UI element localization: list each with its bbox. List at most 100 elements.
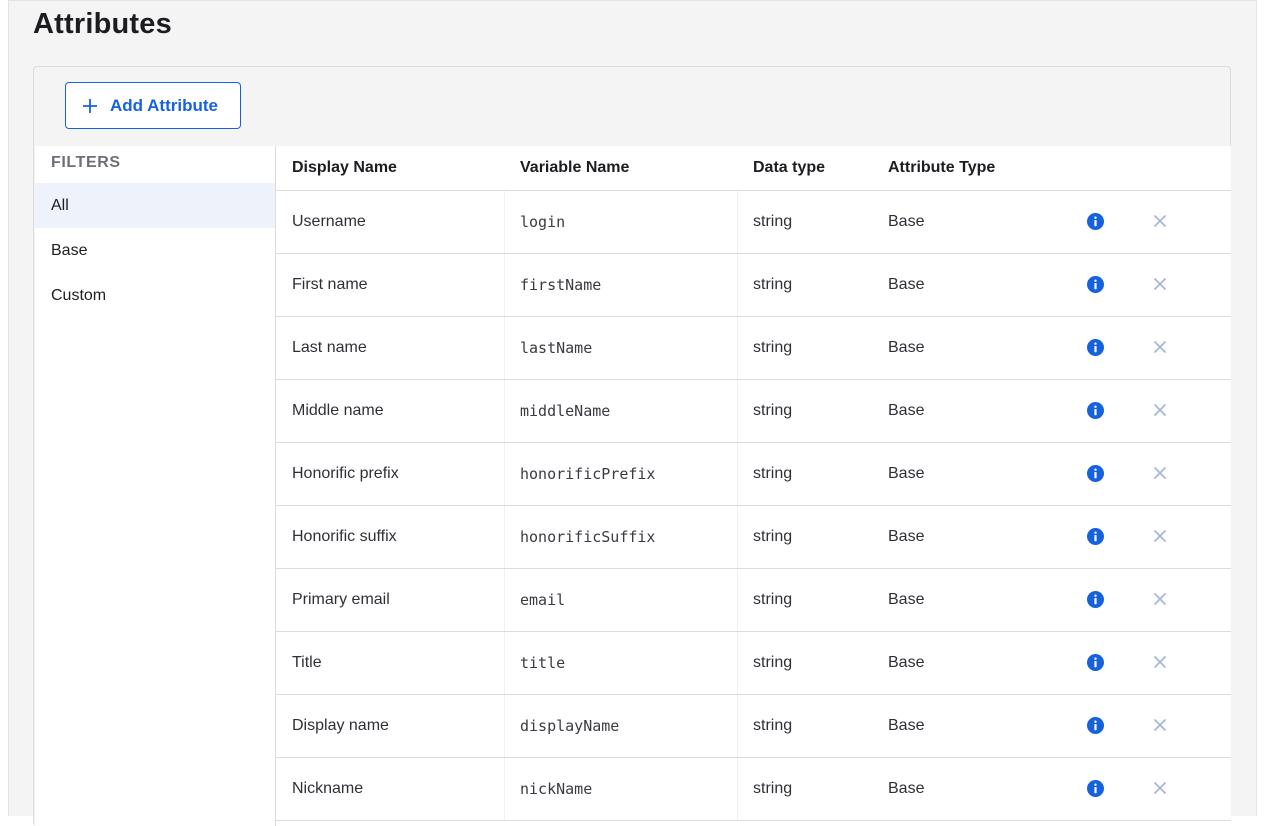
page-title: Attributes (33, 8, 172, 40)
cell-variable-name: honorificSuffix (520, 528, 656, 546)
attributes-card: Add Attribute FILTERS All Base Custom Di… (33, 66, 1231, 826)
filter-custom[interactable]: Custom (35, 273, 275, 318)
close-icon[interactable] (1153, 403, 1167, 417)
close-icon[interactable] (1153, 592, 1167, 606)
cell-display-name: Title (292, 654, 322, 671)
cell-display-name: Primary email (292, 591, 390, 608)
cell-display-name: Middle name (292, 402, 384, 419)
header-data-type[interactable]: Data type (753, 146, 825, 191)
column-divider (737, 317, 738, 379)
column-divider (504, 632, 505, 694)
table-row[interactable]: Primary email email string Base (276, 569, 1231, 632)
cell-attribute-type: Base (888, 591, 925, 608)
add-attribute-button[interactable]: Add Attribute (65, 82, 241, 129)
table-row[interactable]: Display name displayName string Base (276, 695, 1231, 758)
cell-display-name: Honorific suffix (292, 528, 397, 545)
cell-variable-name: title (520, 654, 566, 672)
cell-data-type: string (753, 402, 793, 419)
add-attribute-label: Add Attribute (110, 95, 218, 115)
column-divider (737, 569, 738, 631)
cell-attribute-type: Base (888, 780, 925, 797)
cell-attribute-type: Base (888, 717, 925, 734)
info-icon[interactable] (1087, 339, 1104, 356)
cell-display-name: Last name (292, 339, 367, 356)
cell-data-type: string (753, 528, 793, 545)
column-divider (504, 569, 505, 631)
filter-all[interactable]: All (35, 183, 275, 228)
cell-variable-name: lastName (520, 339, 593, 357)
column-divider (504, 695, 505, 757)
info-icon[interactable] (1087, 780, 1104, 797)
plus-icon (83, 98, 97, 113)
close-icon[interactable] (1153, 466, 1167, 480)
cell-variable-name: displayName (520, 717, 620, 735)
cell-attribute-type: Base (888, 276, 925, 293)
cell-display-name: Honorific prefix (292, 465, 399, 482)
header-variable-name[interactable]: Variable Name (520, 146, 629, 191)
cell-variable-name: honorificPrefix (520, 465, 656, 483)
cell-attribute-type: Base (888, 402, 925, 419)
table-row[interactable]: Honorific prefix honorificPrefix string … (276, 443, 1231, 506)
cell-data-type: string (753, 780, 793, 797)
info-icon[interactable] (1087, 402, 1104, 419)
cell-display-name: Username (292, 213, 366, 230)
column-divider (504, 254, 505, 316)
table-row[interactable]: Honorific suffix honorificSuffix string … (276, 506, 1231, 569)
header-attribute-type[interactable]: Attribute Type (888, 146, 995, 191)
column-divider (737, 443, 738, 505)
cell-attribute-type: Base (888, 339, 925, 356)
attributes-table: Display Name Variable Name Data type Att… (275, 146, 1231, 826)
info-icon[interactable] (1087, 465, 1104, 482)
table-row[interactable]: Nickname nickName string Base (276, 758, 1231, 821)
cell-variable-name: firstName (520, 276, 602, 294)
close-icon[interactable] (1153, 655, 1167, 669)
column-divider (737, 695, 738, 757)
close-icon[interactable] (1153, 529, 1167, 543)
filter-base[interactable]: Base (35, 228, 275, 273)
cell-data-type: string (753, 213, 793, 230)
info-icon[interactable] (1087, 654, 1104, 671)
column-divider (504, 191, 505, 253)
filters-sidebar: FILTERS All Base Custom (35, 146, 275, 826)
table-row[interactable]: First name firstName string Base (276, 254, 1231, 317)
cell-data-type: string (753, 717, 793, 734)
column-divider (504, 443, 505, 505)
table-header: Display Name Variable Name Data type Att… (276, 146, 1231, 191)
table-row[interactable]: Last name lastName string Base (276, 317, 1231, 380)
header-display-name[interactable]: Display Name (292, 146, 397, 191)
column-divider (737, 254, 738, 316)
close-icon[interactable] (1153, 340, 1167, 354)
info-icon[interactable] (1087, 717, 1104, 734)
cell-display-name: First name (292, 276, 368, 293)
cell-variable-name: nickName (520, 780, 593, 798)
cell-data-type: string (753, 654, 793, 671)
column-divider (737, 380, 738, 442)
cell-data-type: string (753, 465, 793, 482)
cell-data-type: string (753, 591, 793, 608)
column-divider (504, 758, 505, 820)
cell-attribute-type: Base (888, 213, 925, 230)
close-icon[interactable] (1153, 781, 1167, 795)
column-divider (737, 758, 738, 820)
cell-attribute-type: Base (888, 465, 925, 482)
column-divider (737, 632, 738, 694)
cell-attribute-type: Base (888, 654, 925, 671)
close-icon[interactable] (1153, 214, 1167, 228)
table-row[interactable]: Username login string Base (276, 191, 1231, 254)
cell-data-type: string (753, 276, 793, 293)
table-row[interactable]: Title title string Base (276, 632, 1231, 695)
cell-attribute-type: Base (888, 528, 925, 545)
info-icon[interactable] (1087, 528, 1104, 545)
info-icon[interactable] (1087, 276, 1104, 293)
info-icon[interactable] (1087, 591, 1104, 608)
cell-data-type: string (753, 339, 793, 356)
table-row[interactable]: Middle name middleName string Base (276, 380, 1231, 443)
close-icon[interactable] (1153, 277, 1167, 291)
column-divider (737, 506, 738, 568)
cell-variable-name: middleName (520, 402, 611, 420)
cell-display-name: Nickname (292, 780, 364, 797)
close-icon[interactable] (1153, 718, 1167, 732)
info-icon[interactable] (1087, 213, 1104, 230)
filters-heading: FILTERS (51, 154, 121, 171)
cell-display-name: Display name (292, 717, 389, 734)
